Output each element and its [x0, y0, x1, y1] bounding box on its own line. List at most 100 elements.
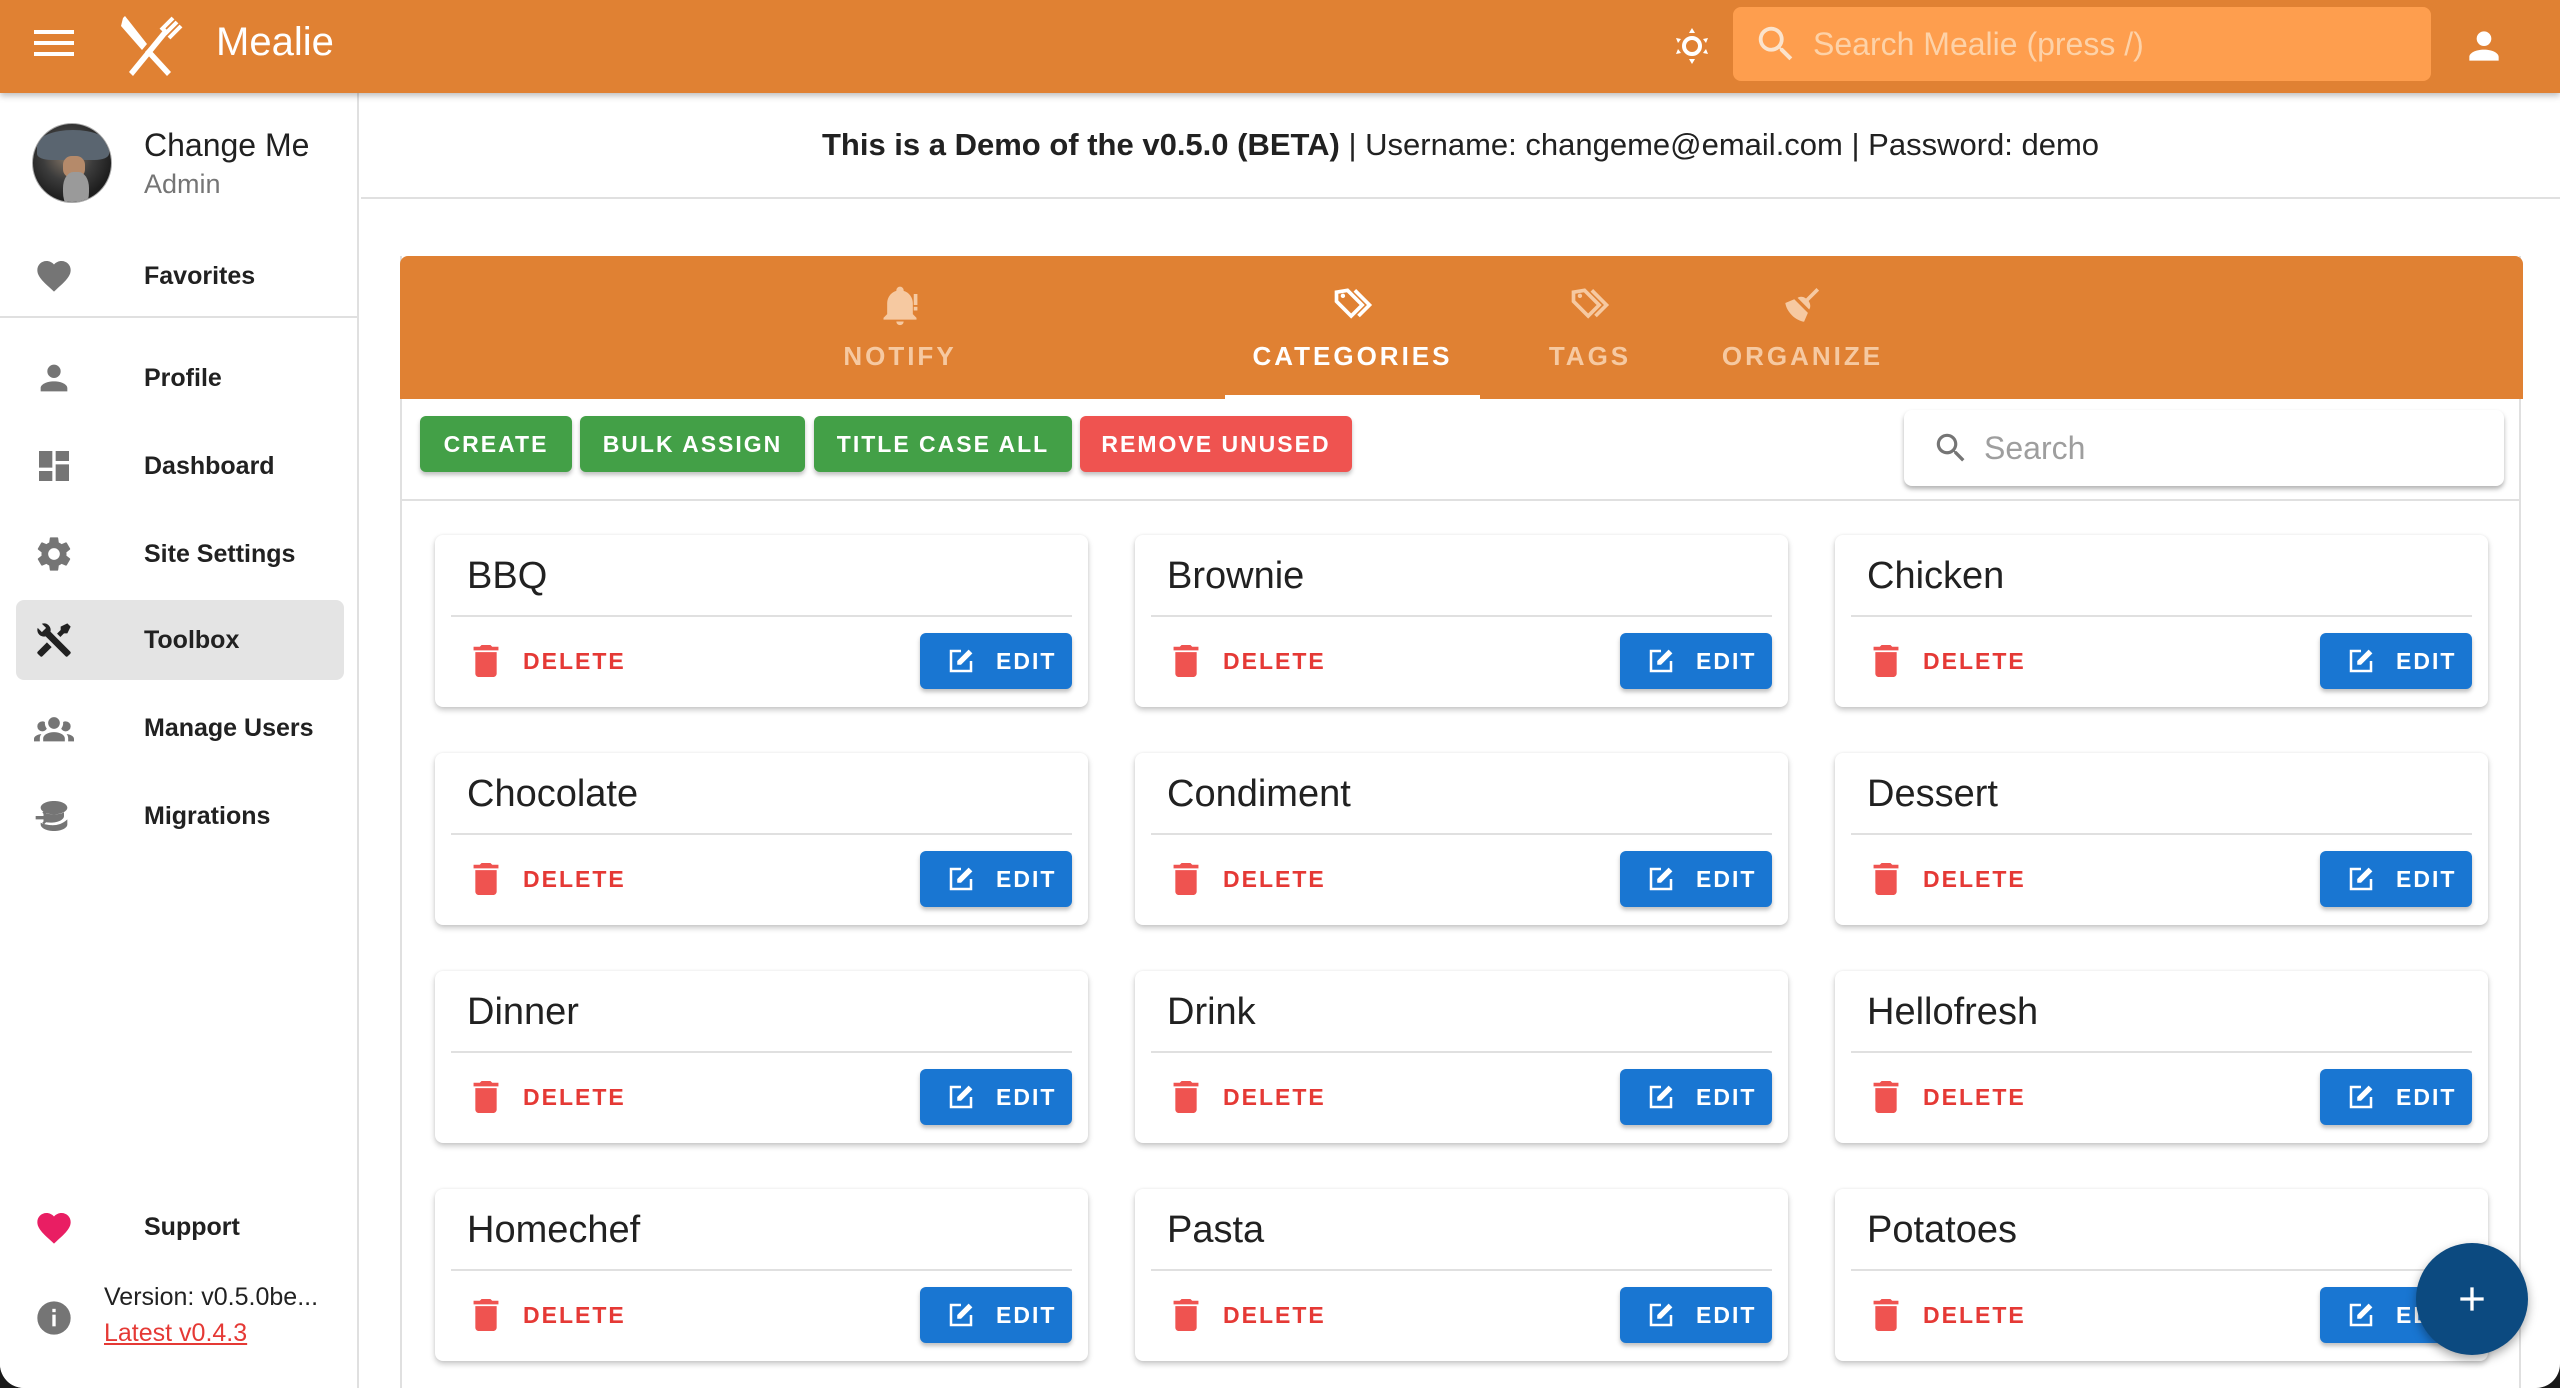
card-divider [451, 1269, 1072, 1271]
category-name[interactable]: Chocolate [467, 773, 638, 816]
delete-button[interactable]: DELETE [473, 1075, 626, 1119]
title-case-all-button[interactable]: TITLE CASE ALL [814, 416, 1072, 472]
category-name[interactable]: Dessert [1867, 773, 1998, 816]
tab-organize[interactable]: ORGANIZE [1680, 256, 1925, 399]
delete-button[interactable]: DELETE [1173, 1075, 1326, 1119]
search-icon [1758, 26, 1793, 61]
delete-button[interactable]: DELETE [1173, 857, 1326, 901]
delete-label: DELETE [523, 647, 626, 674]
edit-button[interactable]: EDIT [2320, 1069, 2472, 1125]
category-name[interactable]: Brownie [1167, 555, 1304, 598]
card-divider [1151, 1269, 1772, 1271]
category-name[interactable]: Homechef [467, 1209, 640, 1252]
tab-label: TAGS [1548, 341, 1632, 371]
delete-button[interactable]: DELETE [1173, 1293, 1326, 1337]
card-divider [1151, 1051, 1772, 1053]
delete-label: DELETE [523, 1301, 626, 1328]
edit-button[interactable]: EDIT [1620, 633, 1772, 689]
edit-button[interactable]: EDIT [920, 1069, 1072, 1125]
sidebar-item-label: Toolbox [144, 625, 240, 654]
category-card: Condiment DELETE EDIT [1135, 753, 1788, 925]
sidebar-item-site-settings[interactable]: Site Settings [16, 514, 344, 594]
sidebar-item-support[interactable]: Support [0, 1193, 357, 1263]
delete-button[interactable]: DELETE [473, 639, 626, 683]
delete-button[interactable]: DELETE [1873, 639, 2026, 683]
edit-button[interactable]: EDIT [920, 1287, 1072, 1343]
trash-icon [473, 1081, 499, 1113]
delete-button[interactable]: DELETE [473, 1293, 626, 1337]
latest-version-link[interactable]: Latest v0.4.3 [104, 1319, 247, 1348]
edit-label: EDIT [996, 647, 1057, 674]
create-button[interactable]: CREATE [420, 416, 572, 472]
add-fab-button[interactable] [2416, 1243, 2528, 1355]
sidebar-item-profile[interactable]: Profile [16, 338, 344, 418]
edit-button[interactable]: EDIT [920, 633, 1072, 689]
edit-button[interactable]: EDIT [1620, 1069, 1772, 1125]
menu-icon[interactable] [34, 30, 74, 62]
user-profile: Change Me Admin Favorites [0, 93, 357, 318]
info-icon [37, 1301, 71, 1335]
delete-button[interactable]: DELETE [1873, 1075, 2026, 1119]
edit-button[interactable]: EDIT [920, 851, 1072, 907]
category-card: Brownie DELETE EDIT [1135, 535, 1788, 707]
sidebar-item-migrations[interactable]: Migrations [16, 776, 344, 856]
sidebar-item-manage-users[interactable]: Manage Users [16, 688, 344, 768]
user-name: Change Me [144, 127, 310, 163]
edit-button[interactable]: EDIT [2320, 851, 2472, 907]
account-icon[interactable] [2462, 24, 2506, 68]
avatar[interactable] [32, 123, 112, 203]
delete-label: DELETE [1223, 1301, 1326, 1328]
remove-unused-button[interactable]: REMOVE UNUSED [1080, 416, 1352, 472]
app-title[interactable]: Mealie [216, 20, 334, 65]
category-name[interactable]: Pasta [1167, 1209, 1264, 1252]
delete-label: DELETE [523, 1083, 626, 1110]
category-card: Hellofresh DELETE EDIT [1835, 971, 2488, 1143]
delete-button[interactable]: DELETE [1873, 1293, 2026, 1337]
sidebar-item-favorites[interactable]: Favorites [0, 241, 357, 311]
global-search-input[interactable] [1813, 25, 2373, 63]
category-search[interactable] [1904, 410, 2504, 486]
card-divider [1851, 615, 2472, 617]
tab-tags[interactable]: TAGS [1500, 256, 1680, 399]
trash-icon [473, 863, 499, 895]
database-import-icon [35, 801, 68, 831]
account-group-icon [34, 717, 74, 742]
edit-label: EDIT [1696, 1083, 1757, 1110]
sidebar-item-label: Profile [144, 363, 222, 392]
sidebar-item-label: Favorites [144, 261, 256, 290]
category-name[interactable]: Condiment [1167, 773, 1351, 816]
category-name[interactable]: BBQ [467, 555, 547, 598]
sidebar-item-dashboard[interactable]: Dashboard [16, 426, 344, 506]
edit-icon [949, 1303, 973, 1327]
edit-label: EDIT [2396, 647, 2457, 674]
sidebar-item-label: Migrations [144, 801, 271, 830]
sidebar-item-label: Dashboard [144, 451, 275, 480]
category-search-input[interactable] [1984, 429, 2484, 467]
tab-notify[interactable]: NOTIFY [795, 256, 1005, 399]
category-name[interactable]: Hellofresh [1867, 991, 2038, 1034]
edit-label: EDIT [2396, 865, 2457, 892]
sidebar-item-toolbox[interactable]: Toolbox [16, 600, 344, 680]
edit-button[interactable]: EDIT [2320, 633, 2472, 689]
bulk-assign-button[interactable]: BULK ASSIGN [580, 416, 805, 472]
delete-label: DELETE [523, 865, 626, 892]
account-icon [40, 364, 68, 392]
delete-label: DELETE [1923, 1083, 2026, 1110]
delete-button[interactable]: DELETE [1173, 639, 1326, 683]
edit-button[interactable]: EDIT [1620, 851, 1772, 907]
delete-label: DELETE [1923, 647, 2026, 674]
mealie-logo-icon[interactable] [115, 14, 185, 78]
delete-label: DELETE [1223, 647, 1326, 674]
category-name[interactable]: Potatoes [1867, 1209, 2017, 1252]
edit-button[interactable]: EDIT [1620, 1287, 1772, 1343]
category-name[interactable]: Drink [1167, 991, 1256, 1034]
delete-button[interactable]: DELETE [1873, 857, 2026, 901]
category-name[interactable]: Chicken [1867, 555, 2004, 598]
theme-toggle-icon[interactable] [1672, 26, 1712, 66]
edit-icon [2349, 1085, 2373, 1109]
global-search[interactable] [1733, 7, 2431, 81]
toolbox-tabs: NOTIFY CATEGORIES TAGS ORGANIZE [400, 256, 2523, 399]
category-name[interactable]: Dinner [467, 991, 579, 1034]
tab-categories[interactable]: CATEGORIES [1225, 256, 1480, 399]
delete-button[interactable]: DELETE [473, 857, 626, 901]
